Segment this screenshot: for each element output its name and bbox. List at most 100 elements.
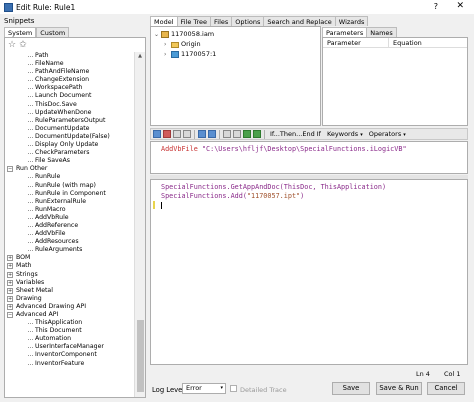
model-item-label: Origin bbox=[181, 40, 201, 48]
tree-category[interactable]: + BOM bbox=[6, 254, 134, 262]
comment-icon[interactable] bbox=[243, 130, 251, 138]
tree-item[interactable]: UpdateWhenDone bbox=[6, 109, 134, 117]
indent-icon[interactable] bbox=[233, 130, 241, 138]
copy-icon[interactable] bbox=[173, 130, 181, 138]
tab-file-tree[interactable]: File Tree bbox=[176, 16, 212, 26]
tree-item-label: File SaveAs bbox=[35, 157, 70, 165]
tab-custom[interactable]: Custom bbox=[36, 27, 70, 37]
tree-item[interactable]: RuleParametersOutput bbox=[6, 117, 134, 125]
tree-item[interactable]: DocumentUpdate(False) bbox=[6, 133, 134, 141]
expand-icon[interactable]: + bbox=[7, 255, 13, 262]
tree-item[interactable]: DocumentUpdate bbox=[6, 125, 134, 133]
tree-item[interactable]: ThisDoc.Save bbox=[6, 101, 134, 109]
tree-item[interactable]: Display Only Update bbox=[6, 141, 134, 149]
scroll-up-icon[interactable]: ▲ bbox=[135, 52, 145, 61]
uncomment-icon[interactable] bbox=[253, 130, 261, 138]
tab-options[interactable]: Options bbox=[231, 16, 265, 26]
tree-item-label: InventorComponent bbox=[35, 351, 97, 359]
tree-category[interactable]: + Variables bbox=[6, 279, 134, 287]
close-button[interactable]: ✕ bbox=[456, 1, 464, 11]
tree-item[interactable]: RunMacro bbox=[6, 206, 134, 214]
tree-item[interactable]: InventorComponent bbox=[6, 351, 134, 359]
expand-icon[interactable]: › bbox=[164, 40, 171, 49]
star-icon[interactable]: ☆ bbox=[8, 40, 16, 50]
model-item-origin[interactable]: › Origin bbox=[164, 40, 201, 49]
paste-icon[interactable] bbox=[183, 130, 191, 138]
header-code-editor[interactable]: AddVbFile "C:\Users\hfljf\Desktop\Specia… bbox=[150, 141, 468, 174]
tree-item[interactable]: RunRule (with map) bbox=[6, 182, 134, 190]
tree-item[interactable]: AddReference bbox=[6, 222, 134, 230]
detailed-trace-checkbox[interactable] bbox=[230, 385, 237, 392]
tree-item[interactable]: ThisApplication bbox=[6, 319, 134, 327]
collapse-icon[interactable]: ⌄ bbox=[154, 30, 161, 39]
expand-icon[interactable]: + bbox=[7, 295, 13, 302]
tree-item-label: RunMacro bbox=[35, 205, 66, 213]
tree-item[interactable]: Path bbox=[6, 52, 134, 60]
expand-icon[interactable]: + bbox=[7, 303, 13, 310]
column-equation[interactable]: Equation bbox=[389, 38, 422, 47]
star-add-icon[interactable]: ✩ bbox=[19, 40, 27, 50]
collapse-icon[interactable]: − bbox=[7, 166, 13, 173]
tree-item[interactable]: File SaveAs bbox=[6, 157, 134, 165]
save-button[interactable]: Save bbox=[332, 382, 370, 395]
tree-item[interactable]: PathAndFileName bbox=[6, 68, 134, 76]
save-icon[interactable] bbox=[153, 130, 161, 138]
tree-item[interactable]: Launch Document bbox=[6, 92, 134, 100]
log-level-select[interactable]: Error ▾ bbox=[182, 383, 226, 394]
tree-category[interactable]: + Drawing bbox=[6, 295, 134, 303]
redo-icon[interactable] bbox=[208, 130, 216, 138]
tree-item[interactable]: AddVbRule bbox=[6, 214, 134, 222]
main-code-editor[interactable]: SpecialFunctions.GetAppAndDoc(ThisDoc, T… bbox=[150, 179, 468, 365]
tab-names[interactable]: Names bbox=[366, 27, 397, 37]
tree-category[interactable]: + Advanced Drawing API bbox=[6, 303, 134, 311]
expand-icon[interactable]: + bbox=[7, 271, 13, 278]
tree-item[interactable]: RuleArguments bbox=[6, 246, 134, 254]
snippets-scrollbar[interactable]: ▲ bbox=[134, 52, 145, 397]
tree-category[interactable]: + Sheet Metal bbox=[6, 287, 134, 295]
tree-item-label: Run Other bbox=[16, 165, 48, 173]
expand-icon[interactable]: + bbox=[7, 263, 13, 270]
tree-item-label: AddResources bbox=[35, 238, 79, 246]
tab-parameters[interactable]: Parameters bbox=[322, 27, 368, 37]
tree-item[interactable]: ChangeExtension bbox=[6, 76, 134, 84]
tree-item[interactable]: InventorFeature bbox=[6, 360, 134, 368]
tree-item[interactable]: This Document bbox=[6, 327, 134, 335]
tab-wizards[interactable]: Wizards bbox=[334, 16, 369, 26]
tree-category[interactable]: + Math bbox=[6, 262, 134, 270]
tab-system[interactable]: System bbox=[4, 27, 37, 37]
save-and-run-button[interactable]: Save & Run bbox=[376, 382, 422, 395]
collapse-icon[interactable]: − bbox=[7, 312, 13, 318]
expand-icon[interactable]: + bbox=[7, 287, 13, 294]
column-parameter[interactable]: Parameter bbox=[323, 38, 389, 47]
tree-item[interactable]: RunRule bbox=[6, 173, 134, 181]
tree-item[interactable]: RunExternalRule bbox=[6, 198, 134, 206]
if-then-button[interactable]: If...Then...End If bbox=[268, 130, 323, 138]
model-item-part[interactable]: › 1170057:1 bbox=[164, 50, 216, 59]
tree-item[interactable]: Automation bbox=[6, 335, 134, 343]
tree-item[interactable]: CheckParameters bbox=[6, 149, 134, 157]
tab-files[interactable]: Files bbox=[210, 16, 233, 26]
expand-icon[interactable]: › bbox=[164, 50, 171, 59]
tree-category[interactable]: + Strings bbox=[6, 271, 134, 279]
tree-item[interactable]: AddVbFile bbox=[6, 230, 134, 238]
keywords-dropdown[interactable]: Keywords ▾ bbox=[325, 130, 365, 138]
tab-search-and-replace[interactable]: Search and Replace bbox=[263, 16, 336, 26]
scroll-thumb[interactable] bbox=[137, 320, 144, 392]
undo-icon[interactable] bbox=[198, 130, 206, 138]
tree-item[interactable]: FileName bbox=[6, 60, 134, 68]
tree-category[interactable]: − Run Other bbox=[6, 165, 134, 173]
tree-item-label: DocumentUpdate(False) bbox=[35, 132, 110, 140]
model-root-item[interactable]: ⌄ 1170058.iam bbox=[154, 30, 214, 39]
operators-dropdown[interactable]: Operators ▾ bbox=[367, 130, 408, 138]
outdent-icon[interactable] bbox=[223, 130, 231, 138]
tab-model[interactable]: Model bbox=[150, 16, 178, 26]
delete-icon[interactable] bbox=[163, 130, 171, 138]
tree-item[interactable]: WorkspacePath bbox=[6, 84, 134, 92]
tree-category[interactable]: − Advanced API bbox=[6, 311, 134, 319]
cancel-button[interactable]: Cancel bbox=[427, 382, 465, 395]
tree-item[interactable]: UserInterfaceManager bbox=[6, 343, 134, 351]
expand-icon[interactable]: + bbox=[7, 279, 13, 286]
tree-item[interactable]: AddResources bbox=[6, 238, 134, 246]
tree-item[interactable]: RunRule in Component bbox=[6, 190, 134, 198]
help-button[interactable]: ? bbox=[434, 2, 438, 11]
